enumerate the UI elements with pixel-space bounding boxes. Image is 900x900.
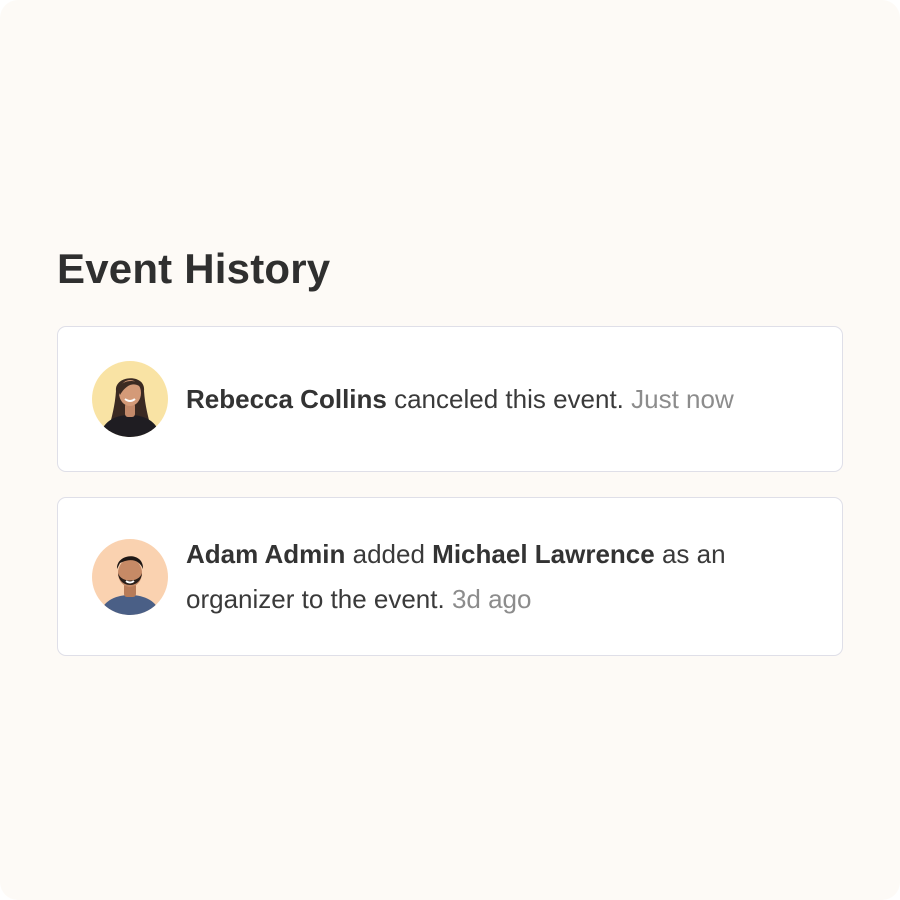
event-item: Rebecca Collins canceled this event. Jus… [57, 326, 843, 472]
event-text: Adam Admin added Michael Lawrence as an … [186, 532, 808, 622]
event-text: Rebecca Collins canceled this event. Jus… [186, 377, 734, 422]
avatar-woman-icon[interactable] [92, 361, 168, 437]
actor-name[interactable]: Adam Admin [186, 539, 345, 569]
event-timestamp: Just now [631, 383, 734, 414]
event-action: canceled this event. [394, 383, 624, 414]
event-list: Rebecca Collins canceled this event. Jus… [57, 326, 843, 656]
event-action: added [352, 538, 425, 569]
event-timestamp: 3d ago [451, 583, 532, 614]
actor-name[interactable]: Rebecca Collins [186, 384, 387, 414]
avatar-man-icon[interactable] [92, 538, 168, 615]
event-item: Adam Admin added Michael Lawrence as an … [57, 497, 843, 656]
event-history-section: Event History Rebecca Collins canceled t… [57, 240, 843, 656]
target-name[interactable]: Michael Lawrence [432, 539, 655, 569]
page-title: Event History [57, 245, 331, 292]
page: Event History Rebecca Collins canceled t… [0, 0, 900, 900]
